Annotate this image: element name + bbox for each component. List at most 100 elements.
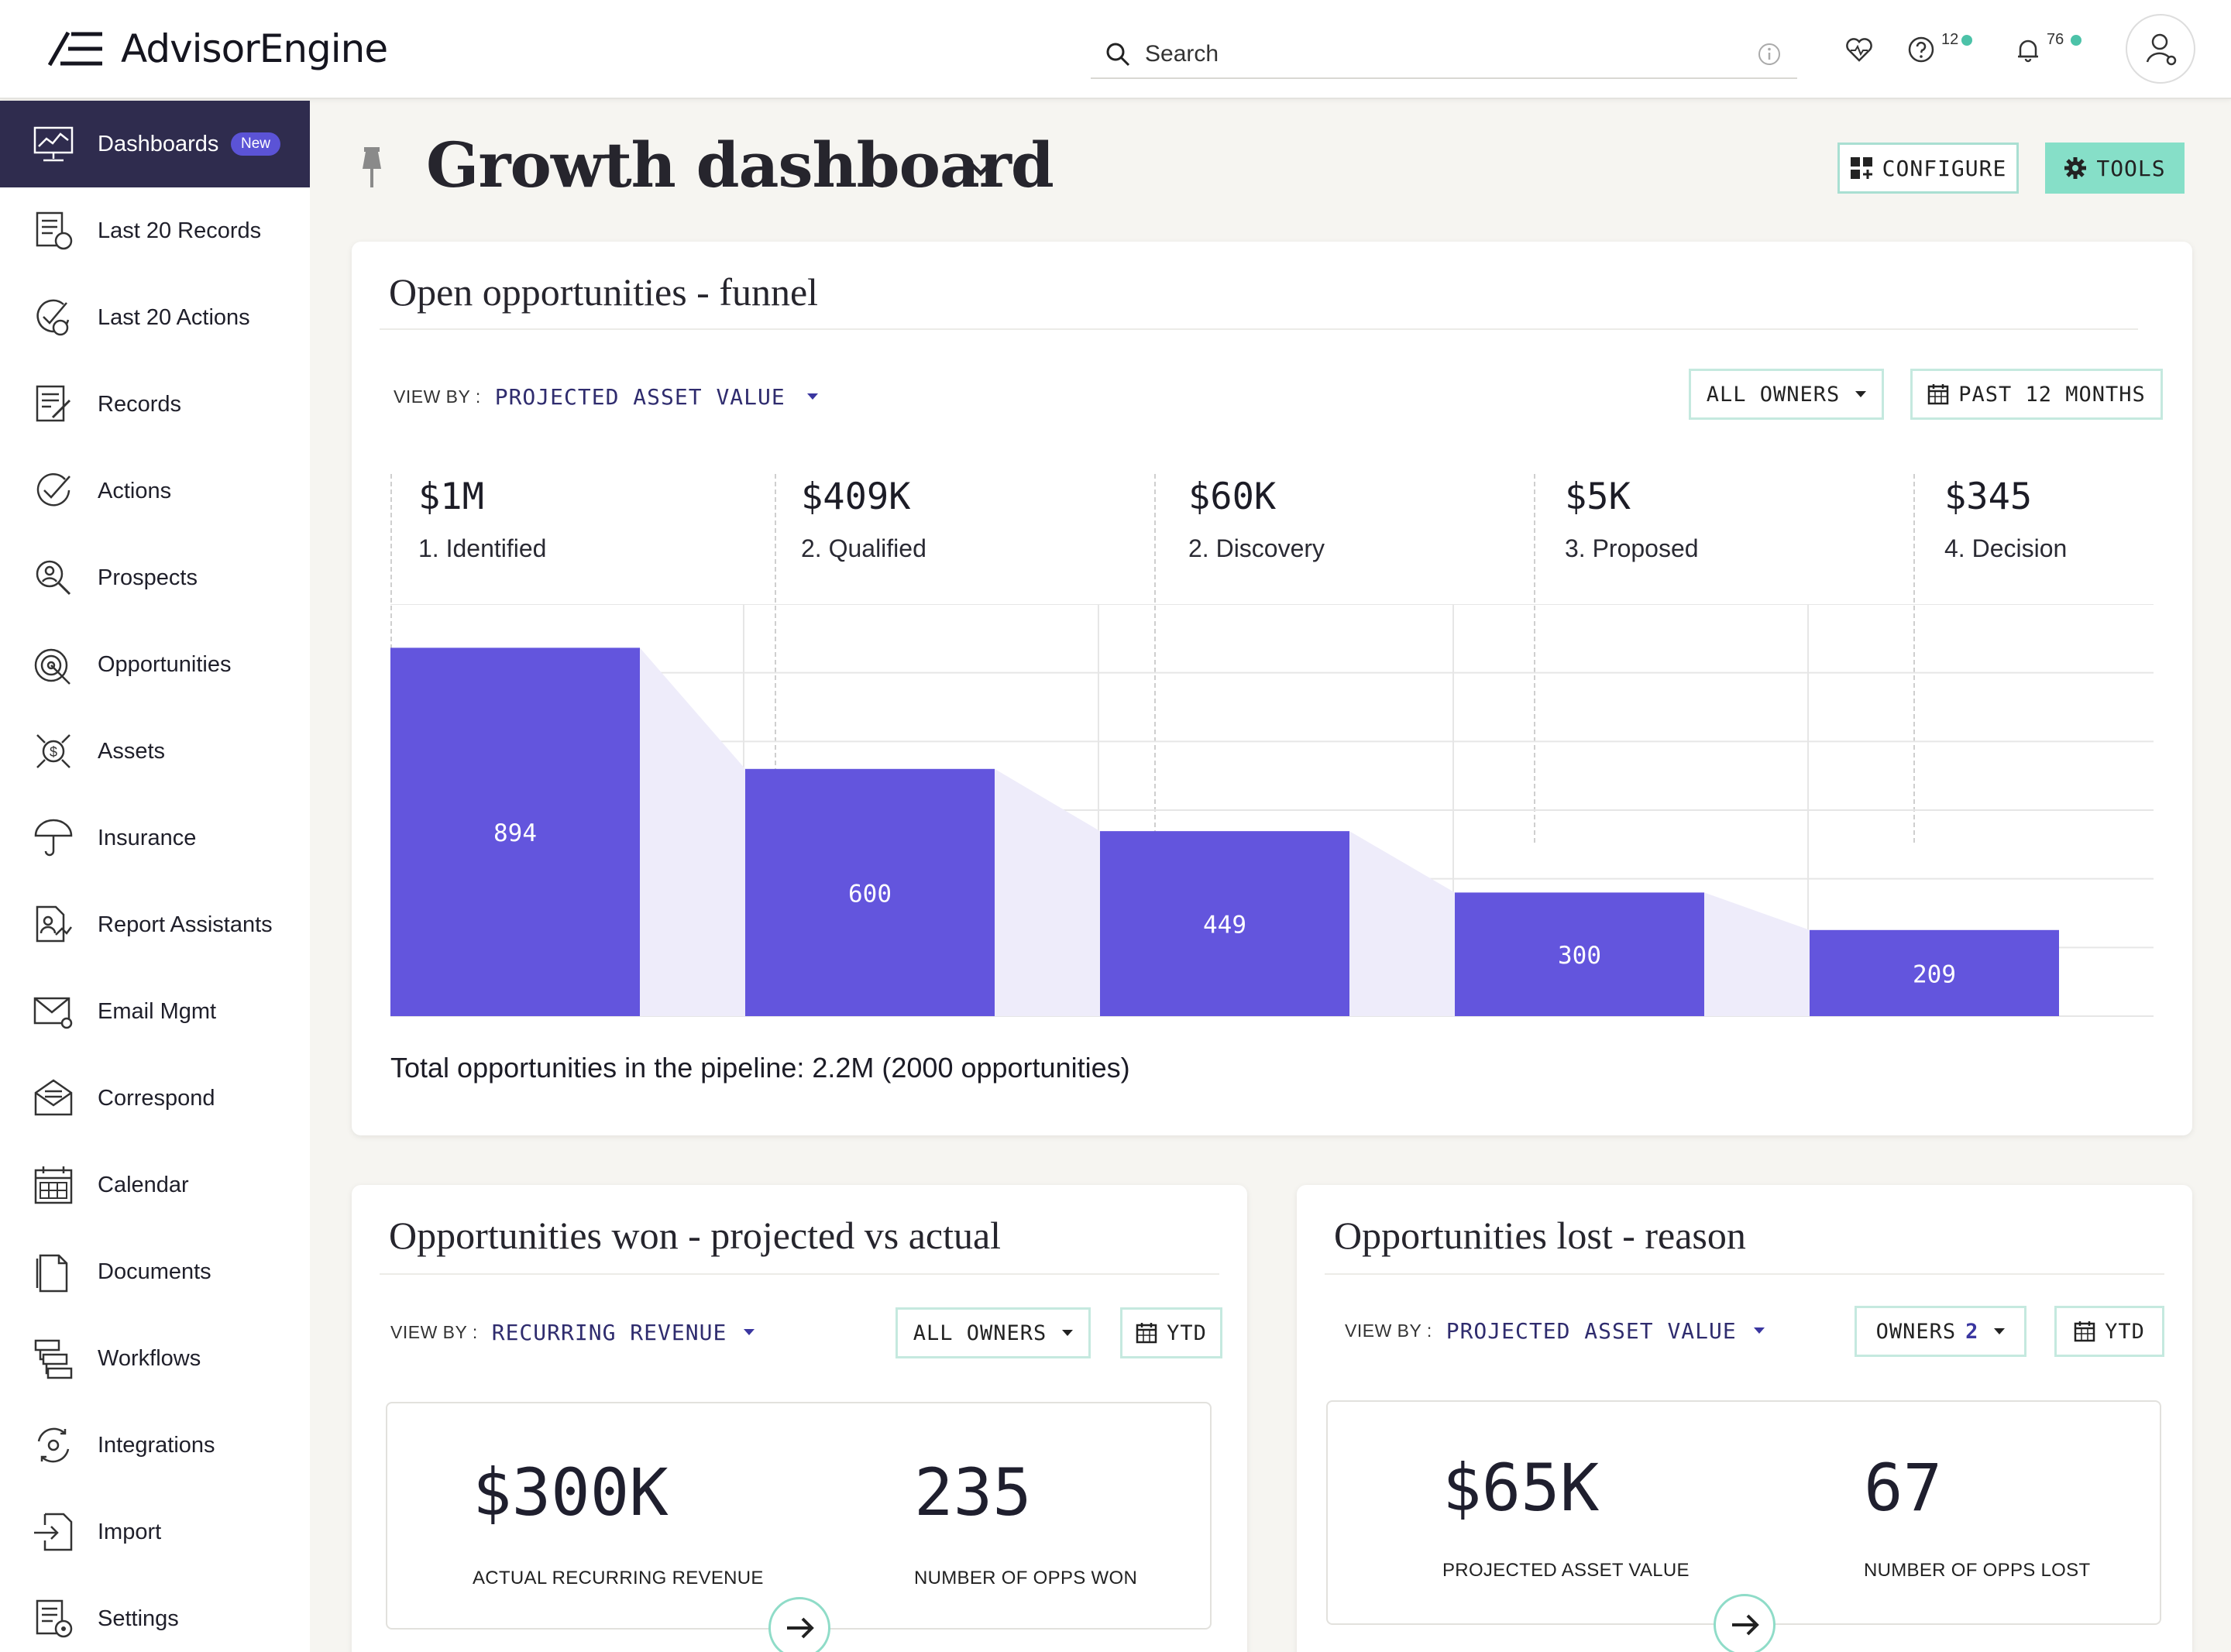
view-by-value: RECURRING REVENUE (491, 1319, 727, 1345)
funnel-connector (1349, 831, 1455, 1016)
bar-value-label: 209 (1913, 960, 1956, 988)
sidebar-item-import[interactable]: Import (0, 1489, 310, 1575)
bar-value-label: 894 (493, 819, 537, 847)
card-title: Opportunities won - projected vs actual (389, 1214, 1002, 1257)
sidebar-item-label: Email Mgmt (98, 998, 217, 1024)
bell-icon[interactable] (2013, 34, 2044, 65)
view-by-value: PROJECTED ASSET VALUE (494, 383, 785, 410)
divider (380, 328, 2138, 330)
brand-name: AdvisorEngine (121, 26, 388, 71)
view-by-label: VIEW BY : (394, 386, 481, 407)
view-by-selector[interactable]: VIEW BY : PROJECTED ASSET VALUE (1345, 1314, 1765, 1348)
sidebar-item-correspond[interactable]: Correspond (0, 1055, 310, 1142)
details-arrow-button[interactable] (1714, 1594, 1776, 1652)
bar-value-label: 449 (1203, 912, 1246, 939)
help-count: 12 (1941, 31, 1959, 48)
help-status-dot (1961, 35, 1972, 46)
view-by-selector[interactable]: VIEW BY : PROJECTED ASSET VALUE (394, 380, 818, 414)
user-avatar[interactable] (2126, 14, 2195, 84)
email-icon (33, 997, 73, 1029)
owners-filter-label: ALL OWNERS (913, 1321, 1047, 1345)
opps-lost-value: 67 (1864, 1450, 1943, 1526)
period-filter-button[interactable]: YTD (2054, 1306, 2164, 1357)
chevron-down-icon[interactable] (964, 155, 998, 180)
owners-filter-label: OWNERS (1875, 1319, 1957, 1344)
documents-icon (36, 1254, 68, 1293)
page-title: Growth dashboard (426, 129, 1054, 201)
actual-revenue-value: $300K (473, 1455, 669, 1530)
details-arrow-button[interactable] (768, 1597, 830, 1652)
opps-won-label: NUMBER OF OPPS WON (914, 1568, 1138, 1588)
sidebar-item-opportunities[interactable]: Opportunities (0, 621, 310, 708)
info-icon[interactable] (1757, 42, 1782, 67)
funnel-card: Open opportunities - funnel VIEW BY : PR… (352, 242, 2192, 1135)
funnel-connector (640, 647, 745, 1016)
records-list-icon (36, 211, 73, 250)
sidebar-item-last-20-records[interactable]: Last 20 Records (0, 187, 310, 274)
divider (380, 1273, 1219, 1275)
new-badge: New (231, 132, 281, 156)
sidebar-item-documents[interactable]: Documents (0, 1228, 310, 1315)
period-filter-button[interactable]: PAST 12 MONTHS (1910, 369, 2163, 420)
period-filter-button[interactable]: YTD (1120, 1307, 1222, 1358)
actual-revenue-label: ACTUAL RECURRING REVENUE (473, 1568, 764, 1588)
target-icon (34, 648, 70, 685)
sidebar-item-label: Actions (98, 478, 172, 503)
stage-value: $409K (801, 476, 911, 518)
view-by-label: VIEW BY : (390, 1321, 478, 1342)
pipeline-total: Total opportunities in the pipeline: 2.2… (390, 1052, 1130, 1084)
sidebar-item-dashboards[interactable]: Dashboards New (0, 101, 310, 187)
owners-filter-button[interactable]: ALL OWNERS (1689, 369, 1884, 420)
sidebar-item-label: Last 20 Actions (98, 304, 250, 330)
umbrella-icon (34, 819, 73, 857)
sidebar-item-calendar[interactable]: Calendar (0, 1142, 310, 1228)
sidebar-item-report-assistants[interactable]: Report Assistants (0, 881, 310, 968)
checkmark-icon (36, 473, 70, 507)
sidebar-item-label: Documents (98, 1259, 211, 1284)
sidebar-item-label: Report Assistants (98, 912, 273, 937)
tools-label: TOOLS (2096, 155, 2166, 181)
sidebar-item-label: Records (98, 391, 181, 417)
search-icon (1106, 43, 1130, 67)
opps-lost-card: Opportunities lost - reason VIEW BY : PR… (1297, 1185, 2192, 1652)
view-by-selector[interactable]: VIEW BY : RECURRING REVENUE (390, 1315, 755, 1349)
sidebar-item-email-mgmt[interactable]: Email Mgmt (0, 968, 310, 1055)
stage-value: $345 (1944, 476, 2033, 518)
sidebar-item-actions[interactable]: Actions (0, 448, 310, 534)
health-heart-icon[interactable] (1844, 34, 1875, 65)
gear-icon (2064, 157, 2087, 179)
brand-logo[interactable]: AdvisorEngine (48, 23, 388, 74)
correspond-icon (34, 1079, 73, 1116)
caret-down-icon (1994, 1328, 2006, 1334)
owners-filter-button[interactable]: ALL OWNERS (895, 1307, 1091, 1358)
sidebar-item-insurance[interactable]: Insurance (0, 795, 310, 881)
sidebar-item-assets[interactable]: $ Assets (0, 708, 310, 795)
sidebar-item-label: Settings (98, 1606, 179, 1631)
sidebar-item-label: Last 20 Records (98, 218, 262, 243)
caret-down-icon (1855, 391, 1867, 397)
stage-label: 4. Decision (1944, 534, 2068, 562)
sidebar-item-integrations[interactable]: Integrations (0, 1402, 310, 1489)
sidebar-item-prospects[interactable]: Prospects (0, 534, 310, 621)
bar-value-label: 600 (848, 880, 892, 908)
card-title: Open opportunities - funnel (389, 270, 819, 314)
sidebar-item-records[interactable]: Records (0, 361, 310, 448)
tools-button[interactable]: TOOLS (2045, 143, 2185, 194)
configure-button[interactable]: CONFIGURE (1837, 143, 2019, 194)
sidebar-item-last-20-actions[interactable]: Last 20 Actions (0, 274, 310, 361)
search-bar[interactable] (1091, 31, 1797, 79)
sidebar-item-workflows[interactable]: Workflows (0, 1315, 310, 1402)
import-icon (34, 1513, 73, 1551)
pin-icon[interactable] (355, 146, 389, 189)
sidebar-item-settings[interactable]: Settings (0, 1575, 310, 1652)
owners-count: 2 (1965, 1319, 1979, 1344)
help-icon[interactable] (1906, 34, 1937, 65)
period-filter-label: YTD (2105, 1319, 2145, 1344)
workflows-icon (34, 1339, 73, 1379)
owners-filter-button[interactable]: OWNERS 2 (1855, 1306, 2026, 1357)
opps-won-value: 235 (914, 1455, 1032, 1530)
search-input[interactable] (1145, 41, 1734, 67)
calendar-icon (1136, 1323, 1157, 1344)
report-icon (36, 905, 72, 943)
caret-down-icon (1062, 1330, 1074, 1336)
